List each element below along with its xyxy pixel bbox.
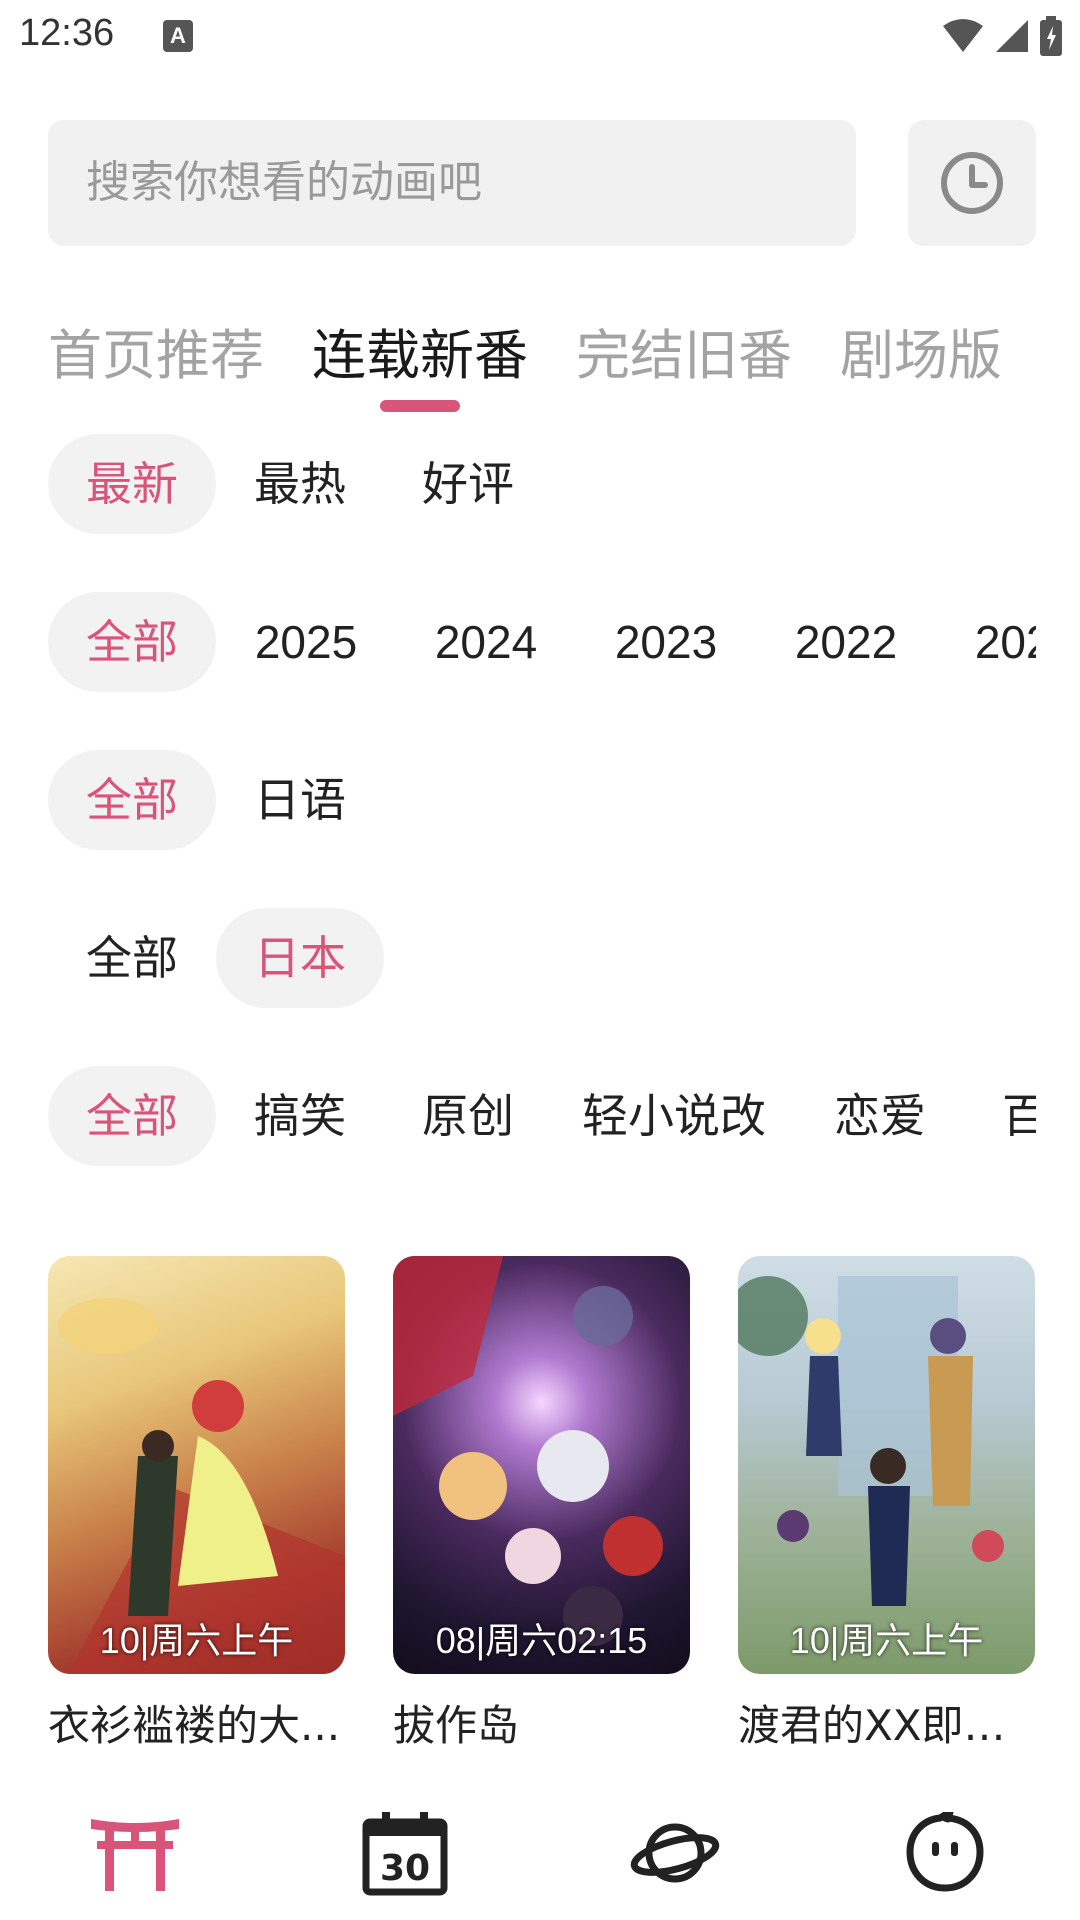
language-filter-row: 全部 日语: [48, 750, 1036, 850]
nav-home[interactable]: [65, 1803, 205, 1903]
wifi-icon: [943, 19, 983, 52]
svg-text:30: 30: [380, 1848, 430, 1889]
tab-movies[interactable]: 剧场版: [840, 316, 1002, 426]
filter-year-2024[interactable]: 2024: [396, 592, 576, 692]
genre-filter-row: 全部 搞笑 原创 轻小说改 恋爱 百合: [48, 1066, 1036, 1166]
region-filter-row: 全部 日本: [48, 908, 1036, 1008]
filter-year-2021[interactable]: 2021: [936, 592, 1036, 692]
tab-home-recommend[interactable]: 首页推荐: [48, 316, 264, 426]
anime-grid: 10|周六上午 衣衫褴褛的大... 08|周六02:15 拔作岛 10|周六上午…: [48, 1256, 1036, 1756]
anime-card[interactable]: 10|周六上午 渡君的XX即将...: [738, 1256, 1035, 1756]
filter-language-all[interactable]: 全部: [48, 750, 216, 850]
chat-icon: [906, 1812, 984, 1892]
filter-region-japan[interactable]: 日本: [216, 908, 384, 1008]
nav-profile[interactable]: [875, 1803, 1015, 1903]
search-row: 搜索你想看的动画吧: [48, 120, 1036, 246]
tab-ongoing[interactable]: 连载新番: [312, 316, 528, 426]
anime-title: 拔作岛: [393, 1701, 520, 1750]
filter-genre-romance[interactable]: 恋爱: [796, 1066, 964, 1166]
filter-language-japanese[interactable]: 日语: [216, 750, 384, 850]
anime-title: 渡君的XX即将...: [738, 1701, 1035, 1750]
filter-sort-rating[interactable]: 好评: [384, 434, 552, 534]
anime-poster: 08|周六02:15: [393, 1256, 690, 1674]
active-tab-indicator: [380, 400, 460, 412]
torii-icon: [91, 1819, 179, 1891]
schedule-label: 10|周六上午: [99, 1620, 294, 1661]
sort-filter-row: 最新 最热 好评: [48, 434, 1036, 534]
tab-label: 完结旧番: [576, 324, 792, 387]
status-icons: [942, 14, 1062, 58]
filter-year-2023[interactable]: 2023: [576, 592, 756, 692]
battery-icon: [1040, 16, 1062, 56]
tab-label: 剧场版: [840, 324, 1002, 387]
tab-completed[interactable]: 完结旧番: [576, 316, 792, 426]
notification-icon: A: [163, 20, 193, 52]
calendar-icon: 30: [362, 1812, 448, 1896]
filter-genre-light-novel[interactable]: 轻小说改: [552, 1066, 796, 1166]
anime-poster: 10|周六上午: [48, 1256, 345, 1674]
anime-card[interactable]: 10|周六上午 衣衫褴褛的大...: [48, 1256, 345, 1756]
search-placeholder: 搜索你想看的动画吧: [86, 157, 482, 208]
nav-schedule[interactable]: 30: [335, 1803, 475, 1903]
schedule-label: 08|周六02:15: [435, 1620, 648, 1661]
tab-label: 连载新番: [312, 324, 528, 387]
clock-icon: [941, 152, 1003, 214]
history-button[interactable]: [908, 120, 1036, 246]
anime-title: 衣衫褴褛的大...: [48, 1701, 341, 1750]
category-tabs: 首页推荐 连载新番 完结旧番 剧场版: [48, 316, 1050, 426]
filter-genre-yuri[interactable]: 百合: [964, 1066, 1036, 1166]
nav-discover[interactable]: [605, 1803, 745, 1903]
filter-genre-comedy[interactable]: 搞笑: [216, 1066, 384, 1166]
planet-icon: [630, 1823, 720, 1883]
filter-genre-all[interactable]: 全部: [48, 1066, 216, 1166]
filter-region-all[interactable]: 全部: [48, 908, 216, 1008]
filter-year-all[interactable]: 全部: [48, 592, 216, 692]
filter-sort-latest[interactable]: 最新: [48, 434, 216, 534]
search-input[interactable]: 搜索你想看的动画吧: [48, 120, 856, 246]
status-bar: 12:36 A: [0, 0, 1080, 76]
anime-card[interactable]: 08|周六02:15 拔作岛: [393, 1256, 690, 1756]
filter-sort-hot[interactable]: 最热: [216, 434, 384, 534]
signal-icon: [996, 20, 1028, 52]
schedule-label: 10|周六上午: [789, 1620, 984, 1661]
year-filter-row: 全部 2025 2024 2023 2022 2021: [48, 592, 1036, 692]
filter-genre-original[interactable]: 原创: [384, 1066, 552, 1166]
anime-poster: 10|周六上午: [738, 1256, 1035, 1674]
tab-label: 首页推荐: [48, 324, 264, 387]
filter-year-2022[interactable]: 2022: [756, 592, 936, 692]
bottom-nav: 30: [0, 1786, 1080, 1920]
status-time: 12:36: [19, 12, 115, 54]
filter-year-2025[interactable]: 2025: [216, 592, 396, 692]
